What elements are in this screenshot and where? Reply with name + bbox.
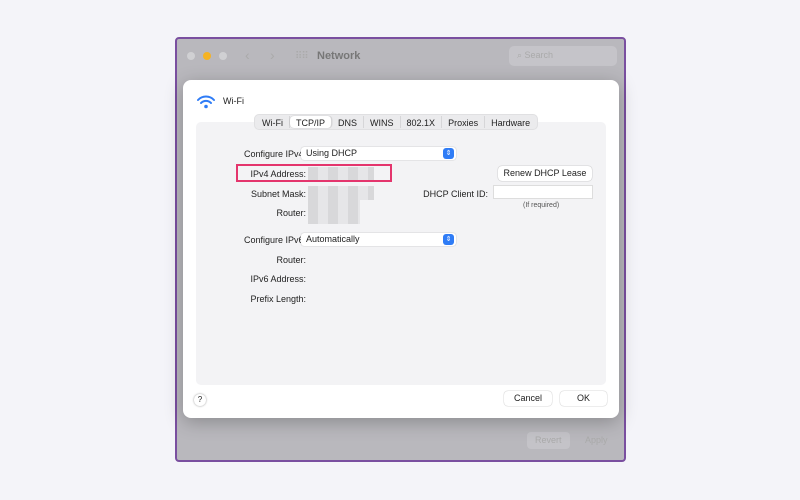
configure-ipv6-label: Configure IPv6: <box>243 235 306 245</box>
prefix-length-label: Prefix Length: <box>250 294 306 304</box>
router6-label: Router: <box>276 255 306 265</box>
router-label: Router: <box>276 208 306 218</box>
chevron-updown-icon: ⇕ <box>443 234 454 245</box>
tab-dns[interactable]: DNS <box>332 116 365 128</box>
subnet-mask-label: Subnet Mask: <box>250 189 306 199</box>
configure-ipv4-label: Configure IPv4: <box>243 149 306 159</box>
search-placeholder: Search <box>524 50 554 60</box>
back-icon[interactable]: ‹ <box>245 47 250 63</box>
tab-proxies[interactable]: Proxies <box>442 116 486 128</box>
renew-dhcp-lease-button[interactable]: Renew DHCP Lease <box>498 166 592 181</box>
wifi-icon <box>197 95 215 109</box>
tab-hardware[interactable]: Hardware <box>485 116 536 128</box>
configure-ipv4-select[interactable]: Using DHCP ⇕ <box>301 147 456 160</box>
grid-icon[interactable]: ⠿⠿ <box>295 51 309 62</box>
dhcp-client-id-hint: (If required) <box>523 202 560 209</box>
apply-button[interactable]: Apply <box>577 432 616 449</box>
tab-tcpip[interactable]: TCP/IP <box>290 116 333 128</box>
tab-wifi[interactable]: Wi-Fi <box>256 116 290 128</box>
dialog-title: Wi-Fi <box>223 96 244 106</box>
dhcp-client-id-label: DHCP Client ID: <box>423 189 488 199</box>
configure-ipv4-value: Using DHCP <box>306 148 358 158</box>
window-title: Network <box>317 50 361 62</box>
minimize-window-button[interactable] <box>203 52 211 60</box>
help-button[interactable]: ? <box>194 394 206 406</box>
chevron-updown-icon: ⇕ <box>443 148 454 159</box>
ipv4-highlight-box <box>236 164 392 182</box>
cancel-button[interactable]: Cancel <box>504 391 552 406</box>
search-input[interactable]: ⌕ Search <box>509 46 617 66</box>
settings-panel: Configure IPv4: Using DHCP ⇕ IPv4 Address… <box>196 122 606 385</box>
tab-8021x[interactable]: 802.1X <box>401 116 443 128</box>
router-value-redacted <box>308 200 360 224</box>
configure-ipv6-select[interactable]: Automatically ⇕ <box>301 233 456 246</box>
configure-ipv6-value: Automatically <box>306 234 360 244</box>
ipv6-address-label: IPv6 Address: <box>250 274 306 284</box>
ok-button[interactable]: OK <box>560 391 607 406</box>
dhcp-client-id-input[interactable] <box>493 185 593 199</box>
subnet-mask-value-redacted <box>308 186 374 200</box>
zoom-window-button[interactable] <box>219 52 227 60</box>
forward-icon[interactable]: › <box>270 47 275 63</box>
revert-button[interactable]: Revert <box>527 432 570 449</box>
close-window-button[interactable] <box>187 52 195 60</box>
tcpip-dialog: Wi-Fi Configure IPv4: Using DHCP ⇕ IPv4 A… <box>183 80 619 418</box>
tab-bar: Wi-Fi TCP/IP DNS WINS 802.1X Proxies Har… <box>254 114 539 130</box>
tab-wins[interactable]: WINS <box>364 116 401 128</box>
